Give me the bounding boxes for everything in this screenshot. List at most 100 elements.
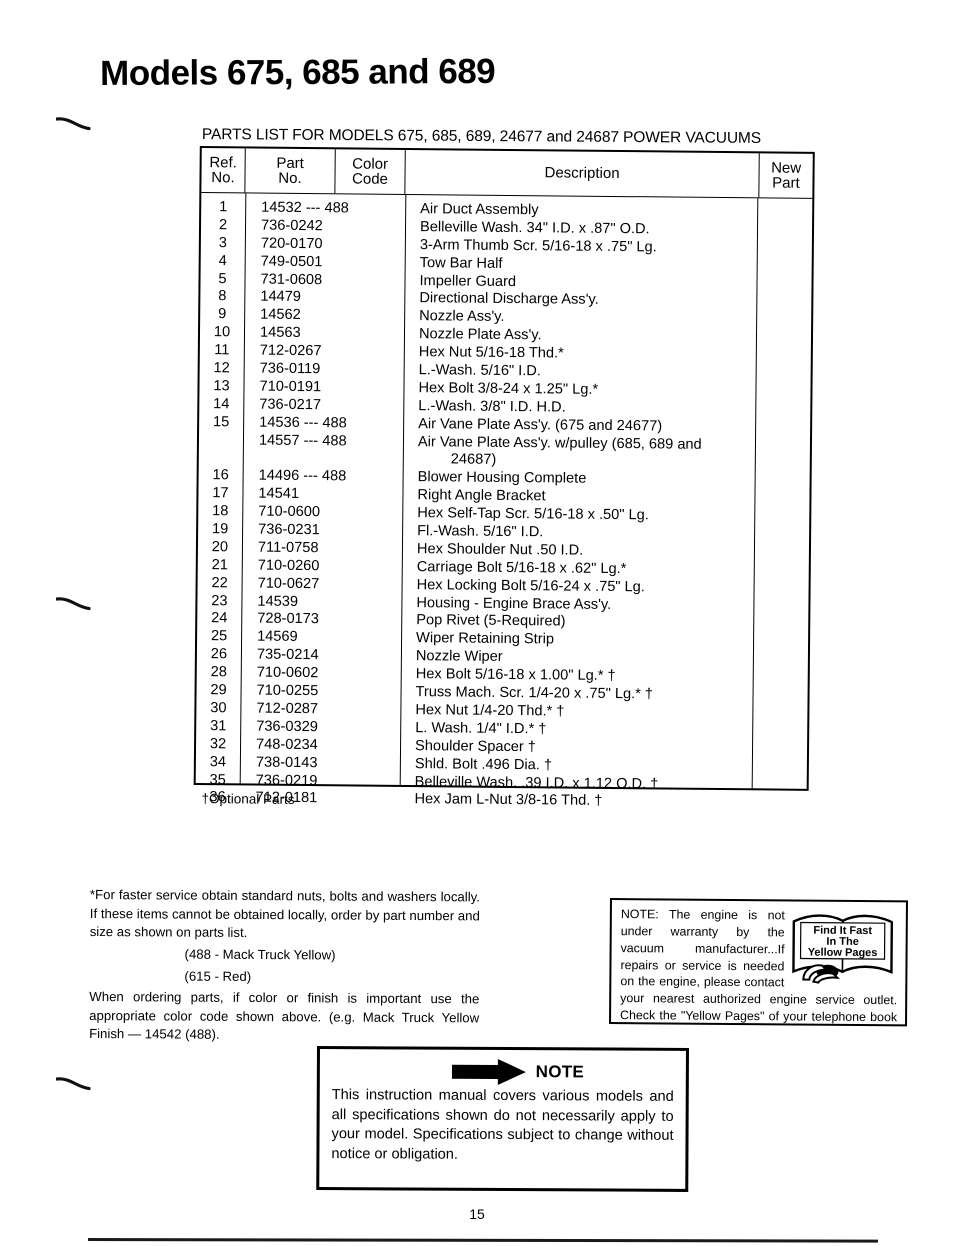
cell-part-no: 710-0191 (259, 378, 322, 396)
cell-new-part (756, 437, 810, 438)
cell-part-no: 736-0231 (258, 521, 320, 539)
scan-artifact-mark (56, 596, 96, 612)
engine-warranty-note-box: Find It Fast In The Yellow Pages NOTE: T… (609, 898, 908, 1027)
cell-new-part (753, 705, 807, 706)
cell-part-no: 728-0173 (257, 611, 320, 628)
parts-table: Ref. No. Part No. Color Code Description… (193, 145, 815, 809)
description-label: Description (544, 164, 620, 183)
cell-ref-no: 11 (214, 342, 230, 359)
color-code-line2: Code (351, 170, 389, 188)
cell-part-no: 711-0758 (257, 539, 319, 557)
cell-ref-no: 4 (218, 252, 227, 269)
cell-ref-no: 3 (218, 234, 228, 252)
cell-ref-no: 8 (218, 288, 227, 305)
cell-new-part (755, 580, 809, 581)
cell-part-no: 14562 (260, 306, 301, 324)
cell-new-part (754, 652, 808, 653)
ordering-note: *For faster service obtain standard nuts… (89, 886, 480, 1046)
cell-new-part (758, 222, 812, 223)
cell-part-no: 710-0255 (256, 682, 319, 700)
cell-new-part (758, 276, 812, 277)
new-part-line2: Part (772, 174, 800, 192)
cell-ref-no: 16 (212, 467, 229, 484)
cell-ref-no: 14 (213, 395, 230, 413)
new-part-line1: New (771, 159, 802, 177)
cell-new-part (757, 312, 811, 313)
cell-part-no: 710-0260 (257, 557, 320, 574)
cell-ref-no: 19 (211, 521, 229, 538)
cell-new-part (758, 204, 812, 205)
manual-note-body: This instruction manual covers various m… (331, 1087, 674, 1163)
cell-ref-no: 15 (212, 413, 230, 430)
parts-table-rows: 1 14532 --- 488 Air Duct Assembly 2 736-0242… (195, 199, 812, 813)
cell-new-part (754, 687, 808, 688)
cell-new-part (753, 741, 807, 742)
cell-part-no: 738-0143 (255, 754, 318, 771)
cell-ref-no: 26 (210, 646, 228, 663)
cell-new-part (754, 598, 808, 599)
ordering-note-paragraph-2: When ordering parts, if color or finish … (89, 988, 480, 1043)
cell-new-part (758, 240, 812, 241)
cell-part-no: 712-0287 (256, 700, 319, 718)
cell-new-part (754, 616, 808, 617)
cell-ref-no: 22 (211, 574, 228, 591)
cell-ref-no: 23 (211, 592, 228, 609)
cell-new-part (757, 330, 811, 331)
cell-new-part (757, 294, 811, 295)
cell-new-part (756, 401, 810, 402)
cell-new-part (757, 365, 811, 366)
cell-part-no: 736-0217 (259, 396, 322, 413)
color-code-line1: Color (352, 155, 389, 173)
cell-part-no: 712-0181 (255, 789, 318, 807)
color-code-488: (488 - Mack Truck Yellow) (184, 946, 336, 963)
cell-part-no: 14536 --- 488 (259, 414, 347, 432)
cell-ref-no: 30 (210, 700, 227, 717)
cell-part-no: 736-0242 (260, 217, 323, 235)
cell-ref-no: 10 (213, 324, 231, 341)
cell-ref-no: 28 (210, 664, 227, 681)
cell-part-no: 736-0329 (256, 718, 319, 735)
cell-part-no: 14541 (258, 485, 300, 503)
cell-ref-no: 21 (211, 556, 228, 574)
manual-note-header: NOTE (332, 1056, 674, 1088)
cell-new-part (756, 491, 810, 492)
cell-part-no: 710-0600 (258, 503, 321, 521)
cell-part-no: 749-0501 (260, 253, 323, 270)
column-header-ref-no: Ref. No. (201, 148, 246, 193)
cell-ref-no: 24 (211, 610, 228, 627)
cell-ref-no: 20 (211, 539, 229, 556)
right-arrow-icon (451, 1058, 526, 1085)
column-header-color-code: Color Code (335, 149, 406, 194)
cell-new-part (754, 669, 808, 670)
parts-table-caption: PARTS LIST FOR MODELS 675, 685, 689, 246… (201, 126, 762, 147)
cell-part-no: 731-0608 (260, 271, 323, 288)
cell-part-no: 14557 --- 488 (258, 432, 347, 449)
cell-new-part (754, 634, 808, 635)
bottom-rule (87, 1238, 879, 1243)
manual-note-box: NOTE This instruction manual covers vari… (316, 1046, 689, 1192)
cell-ref-no: 1 (219, 199, 228, 216)
cell-new-part (755, 544, 809, 545)
cell-ref-no: 13 (213, 378, 230, 395)
column-header-part-no: Part No. (245, 148, 336, 194)
cell-ref-no: 31 (210, 717, 227, 735)
cell-part-no: 710-0627 (257, 575, 320, 592)
cell-new-part (757, 347, 811, 348)
cell-description: Hex Jam L-Nut 3/8-16 Thd. † (414, 791, 603, 810)
cell-new-part (755, 526, 809, 527)
cell-part-no: 748-0234 (255, 736, 318, 753)
cell-ref-no: 35 (209, 771, 226, 788)
cell-ref-no: 32 (209, 735, 227, 752)
scan-artifact-mark (56, 1076, 96, 1092)
page-title: Models 675, 685 and 689 (100, 51, 496, 93)
cell-part-no: 14539 (257, 593, 299, 610)
part-no-line1: Part (276, 154, 304, 172)
cell-part-no: 735-0214 (256, 646, 319, 664)
parts-table-body: 1 14532 --- 488 Air Duct Assembly 2 736-0242… (196, 193, 813, 809)
cell-ref-no: 12 (213, 360, 230, 377)
cell-part-no: 14496 --- 488 (258, 467, 347, 485)
column-header-description: Description (405, 150, 758, 197)
cell-part-no: 14532 --- 488 (261, 199, 349, 217)
cell-ref-no: 29 (210, 682, 227, 699)
cell-new-part (753, 759, 807, 760)
